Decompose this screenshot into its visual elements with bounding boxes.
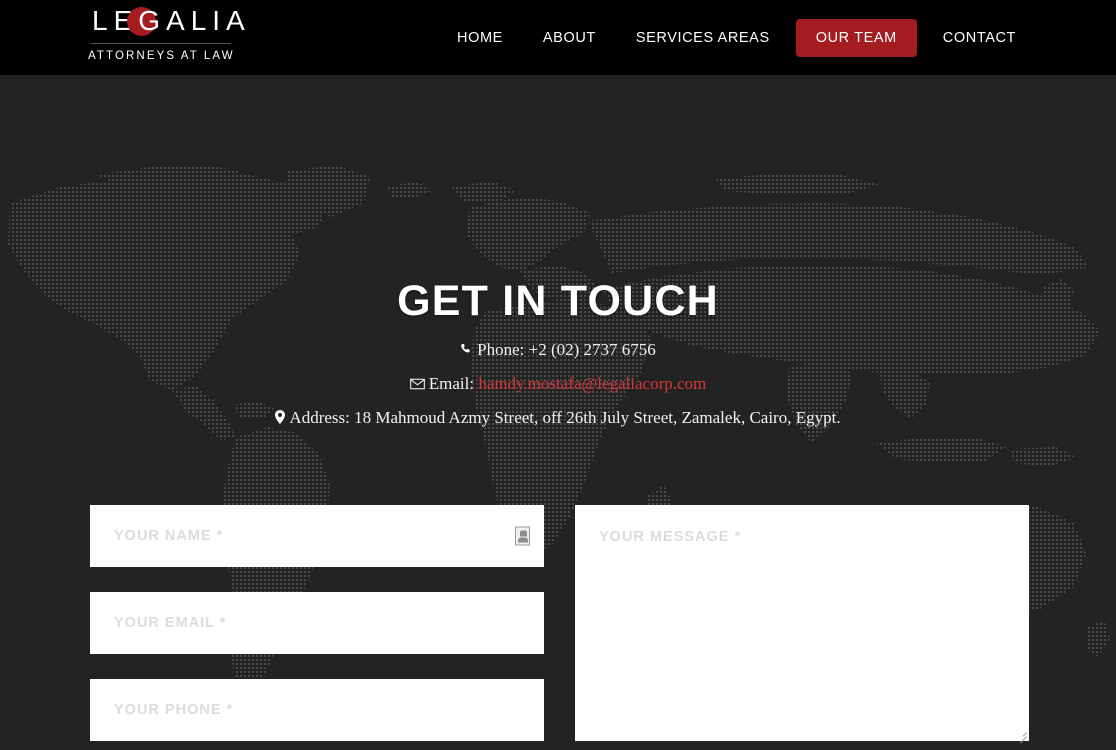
contact-address-line: Address: 18 Mahmoud Azmy Street, off 26t…	[0, 407, 1116, 429]
message-field-wrapper	[575, 505, 1029, 741]
email-input[interactable]	[90, 592, 544, 654]
site-header: LEGALIA ATTORNEYS AT LAW HOME ABOUT SERV…	[0, 0, 1116, 75]
page-title: GET IN TOUCH	[397, 277, 719, 325]
message-textarea[interactable]	[575, 505, 1029, 741]
contact-phone-line: Phone: +2 (02) 2737 6756	[0, 339, 1116, 361]
envelope-icon	[409, 378, 425, 390]
hero-section: GET IN TOUCH Phone: +2 (02) 2737 6756 Em…	[0, 75, 1116, 750]
page-root: LEGALIA ATTORNEYS AT LAW HOME ABOUT SERV…	[0, 0, 1116, 750]
brand-wordmark: LEGALIA	[88, 4, 245, 38]
email-address-link[interactable]: hamdy.mostafa@legaliacorp.com	[478, 374, 706, 393]
brand-name-part-2: ALIA	[166, 5, 251, 36]
form-right-column	[575, 505, 1029, 741]
email-label: Email:	[428, 374, 475, 393]
form-columns	[90, 505, 1029, 741]
nav-item-home[interactable]: HOME	[443, 19, 517, 57]
brand-tagline: ATTORNEYS AT LAW	[88, 50, 235, 62]
main-navigation: HOME ABOUT SERVICES AREAS OUR TEAM CONTA…	[443, 0, 1030, 75]
form-left-column	[90, 505, 544, 741]
contact-email-line: Email: hamdy.mostafa@legaliacorp.com	[0, 373, 1116, 395]
phone-icon	[460, 343, 473, 356]
nav-item-about[interactable]: ABOUT	[529, 19, 610, 57]
name-field-wrapper	[90, 505, 544, 567]
nav-item-our-team[interactable]: OUR TEAM	[795, 18, 917, 57]
nav-item-contact[interactable]: CONTACT	[929, 19, 1030, 57]
brand-logo[interactable]: LEGALIA ATTORNEYS AT LAW	[88, 4, 245, 62]
hero-content: GET IN TOUCH Phone: +2 (02) 2737 6756 Em…	[0, 75, 1116, 750]
location-pin-icon	[275, 410, 286, 424]
name-input[interactable]	[90, 505, 544, 567]
phone-input[interactable]	[90, 679, 544, 741]
contact-form	[90, 505, 1029, 741]
brand-name-g: G	[138, 5, 167, 36]
address-text: Address: 18 Mahmoud Azmy Street, off 26t…	[289, 408, 841, 427]
nav-item-services-areas[interactable]: SERVICES AREAS	[622, 19, 784, 57]
brand-divider	[90, 43, 231, 44]
phone-text: Phone: +2 (02) 2737 6756	[477, 340, 656, 359]
contact-info-block: Phone: +2 (02) 2737 6756 Email: hamdy.mo…	[0, 339, 1116, 429]
